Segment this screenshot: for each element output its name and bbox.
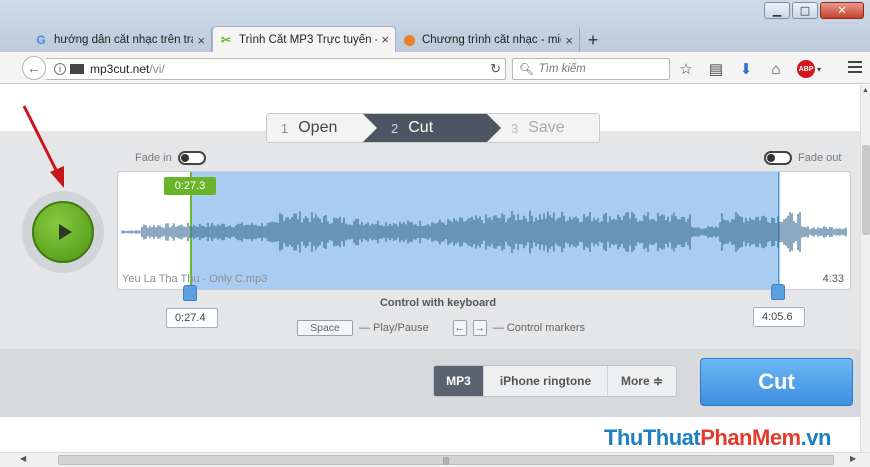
- navigation-bar: ← i mp3cut.net /vi/ ↻ 🔍︎ Tìm kiếm ☆ ▤ ⬇ …: [0, 52, 870, 84]
- tab-google-search[interactable]: G hướng dẫn cắt nhạc trên tran ×: [28, 28, 212, 52]
- scroll-right-icon[interactable]: ▶: [850, 454, 856, 463]
- scissors-icon: ✂: [220, 32, 232, 47]
- scroll-left-icon[interactable]: ◀: [20, 454, 26, 463]
- close-tab-icon[interactable]: ×: [381, 32, 389, 47]
- file-name: Yeu La Tha Thu - Only C.mp3: [122, 273, 268, 285]
- close-tab-icon[interactable]: ×: [197, 33, 205, 48]
- fade-out-control: Fade out: [764, 151, 841, 165]
- minimize-button[interactable]: ▁: [764, 2, 790, 19]
- play-button-ring: [22, 191, 104, 273]
- google-icon: G: [36, 33, 46, 47]
- info-icon[interactable]: i: [54, 63, 66, 75]
- browser-titlebar: ▁ □ ✕ G hướng dẫn cắt nhạc trên tran × ✂…: [0, 0, 870, 52]
- format-more-button[interactable]: More ≑: [608, 366, 676, 396]
- format-selector: MP3 iPhone ringtone More ≑: [433, 365, 677, 397]
- format-iphone-ringtone-button[interactable]: iPhone ringtone: [484, 366, 608, 396]
- fade-out-toggle[interactable]: [764, 151, 792, 165]
- step-cut[interactable]: 2 Cut: [363, 114, 501, 142]
- vertical-scrollbar[interactable]: ▲: [860, 85, 870, 452]
- tab-strip: G hướng dẫn cắt nhạc trên tran × ✂ Trình…: [28, 26, 606, 52]
- left-arrow-key: ←: [452, 320, 467, 336]
- scroll-up-icon[interactable]: ▲: [862, 87, 869, 94]
- step-label: Open: [298, 119, 338, 136]
- end-time-field[interactable]: 4:05.6: [753, 307, 805, 327]
- waveform-panel[interactable]: Yeu La Tha Thu - Only C.mp3 4:33: [117, 171, 851, 290]
- fade-in-control: Fade in: [135, 151, 206, 165]
- home-icon[interactable]: ⌂: [766, 59, 786, 79]
- cursor-time-tag: 0:27.3: [164, 177, 216, 195]
- download-icon[interactable]: ⬇: [736, 59, 756, 79]
- keyboard-help-title: Control with keyboard: [379, 297, 497, 309]
- url-path: /vi/: [149, 62, 165, 76]
- tab-label: Trình Cắt MP3 Trực tuyến - (: [239, 33, 378, 46]
- window-controls: ▁ □ ✕: [764, 2, 864, 19]
- keyboard-help-row: Space — Play/Pause ← → — Control markers: [297, 320, 585, 336]
- tab-label: Chương trình cắt nhạc - miễ: [422, 34, 562, 46]
- play-icon: [58, 224, 72, 240]
- step-label: Save: [528, 119, 565, 136]
- url-host: mp3cut.net: [90, 62, 150, 76]
- search-input[interactable]: 🔍︎ Tìm kiếm: [512, 58, 670, 80]
- reload-icon[interactable]: ↻: [490, 61, 501, 77]
- right-arrow-key: →: [472, 320, 487, 336]
- control-markers-label: — Control markers: [492, 322, 585, 334]
- tab-music-program[interactable]: Chương trình cắt nhạc - miễ ×: [396, 28, 580, 52]
- waveform-path: [121, 210, 847, 254]
- watermark: ThuThuatPhanMem.vn: [604, 425, 831, 450]
- play-button[interactable]: [32, 201, 94, 263]
- new-tab-button[interactable]: +: [580, 28, 606, 52]
- toolbar-icons: ☆ ▤ ⬇ ⌂ ABP ▾: [676, 58, 822, 80]
- tab-label: hướng dẫn cắt nhạc trên tran: [54, 34, 194, 46]
- step-number: 1: [281, 120, 289, 136]
- music-app-icon: [402, 33, 416, 47]
- fade-out-label: Fade out: [798, 152, 842, 164]
- close-window-button[interactable]: ✕: [820, 2, 864, 19]
- step-open[interactable]: 1 Open: [267, 114, 377, 142]
- play-pause-label: — Play/Pause: [359, 322, 429, 334]
- bookmark-star-icon[interactable]: ☆: [676, 59, 696, 79]
- search-placeholder: Tìm kiếm: [538, 63, 586, 75]
- step-number: 2: [391, 120, 399, 136]
- reading-list-icon[interactable]: ▤: [706, 59, 726, 79]
- track-duration: 4:33: [822, 273, 844, 285]
- space-key: Space: [297, 320, 353, 336]
- start-time-field[interactable]: 0:27.4: [166, 308, 218, 328]
- url-bar[interactable]: i mp3cut.net /vi/ ↻: [46, 58, 506, 80]
- hamburger-menu-icon[interactable]: [848, 61, 862, 73]
- search-icon: 🔍︎: [519, 64, 534, 76]
- annotation-arrow: [22, 105, 64, 188]
- format-mp3-button[interactable]: MP3: [434, 366, 484, 396]
- adblock-icon[interactable]: ABP ▾: [796, 59, 822, 79]
- close-tab-icon[interactable]: ×: [565, 33, 573, 48]
- step-number: 3: [511, 120, 519, 136]
- step-label: Cut: [408, 119, 434, 136]
- horizontal-scrollbar[interactable]: ◀ ||| ▶: [0, 452, 870, 467]
- fade-in-label: Fade in: [135, 152, 172, 164]
- step-save[interactable]: 3 Save: [487, 114, 599, 142]
- cut-button[interactable]: Cut: [700, 358, 853, 406]
- page-content: 1 Open 2 Cut 3 Save Fade in Fade out Yeu…: [0, 85, 860, 452]
- page-icon: [70, 64, 84, 74]
- step-navigator: 1 Open 2 Cut 3 Save: [266, 113, 600, 143]
- fade-in-toggle[interactable]: [177, 151, 206, 165]
- tab-mp3cut[interactable]: ✂ Trình Cắt MP3 Trực tuyến - ( ×: [212, 26, 396, 52]
- vertical-scroll-thumb[interactable]: [862, 145, 870, 235]
- maximize-button[interactable]: □: [792, 2, 818, 19]
- back-button[interactable]: ←: [22, 56, 46, 80]
- horizontal-scroll-thumb[interactable]: |||: [58, 455, 834, 465]
